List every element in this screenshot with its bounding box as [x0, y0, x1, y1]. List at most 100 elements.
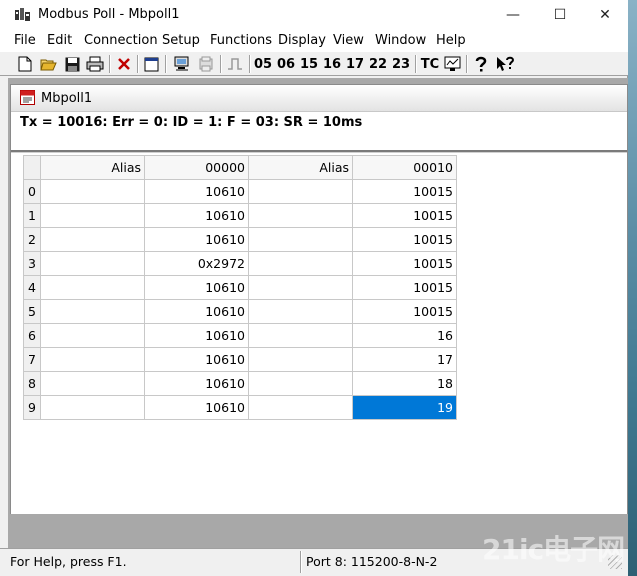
child-title-bar[interactable]: Mbpoll1 — [11, 85, 627, 112]
print-button[interactable] — [84, 54, 106, 74]
save-button[interactable] — [62, 54, 82, 74]
menu-view[interactable]: View — [333, 33, 364, 48]
menu-functions[interactable]: Functions — [210, 33, 272, 48]
row-header[interactable]: 2 — [23, 227, 41, 252]
fc22-button[interactable]: 22 — [369, 54, 387, 74]
table-row: 3 0x2972 10015 — [23, 251, 457, 276]
menu-file[interactable]: File — [14, 33, 36, 48]
value-cell-1[interactable]: 10610 — [144, 371, 249, 396]
connect-button[interactable] — [171, 54, 193, 74]
menu-setup[interactable]: Setup — [162, 33, 200, 48]
alias-cell-2[interactable] — [248, 323, 353, 348]
pulse-icon — [228, 58, 242, 70]
grid-corner[interactable] — [23, 155, 41, 180]
value-cell-1[interactable]: 10610 — [144, 323, 249, 348]
alias-cell-1[interactable] — [40, 395, 145, 420]
row-header[interactable]: 7 — [23, 347, 41, 372]
value-cell-2[interactable]: 17 — [352, 347, 457, 372]
alias-cell-1[interactable] — [40, 227, 145, 252]
alias-cell-1[interactable] — [40, 179, 145, 204]
pulse-button[interactable] — [224, 54, 246, 74]
alias-cell-1[interactable] — [40, 299, 145, 324]
value-cell-2[interactable]: 18 — [352, 371, 457, 396]
monitor-button[interactable] — [441, 54, 463, 74]
value-cell-2[interactable]: 10015 — [352, 179, 457, 204]
row-header[interactable]: 4 — [23, 275, 41, 300]
title-bar[interactable]: Modbus Poll - Mbpoll1 — ☐ ✕ — [0, 0, 628, 30]
context-help-button[interactable] — [494, 54, 516, 74]
fc23-button[interactable]: 23 — [392, 54, 410, 74]
close-button[interactable]: ✕ — [582, 0, 628, 30]
table-row: 2 10610 10015 — [23, 227, 457, 252]
maximize-button[interactable]: ☐ — [537, 0, 583, 30]
alias-cell-1[interactable] — [40, 323, 145, 348]
alias-cell-1[interactable] — [40, 251, 145, 276]
value-cell-2[interactable]: 16 — [352, 323, 457, 348]
value-cell-2[interactable]: 10015 — [352, 203, 457, 228]
alias-cell-2[interactable] — [248, 275, 353, 300]
help-button[interactable] — [471, 54, 491, 74]
column-header-address-00010[interactable]: 00010 — [352, 155, 457, 180]
menu-connection[interactable]: Connection — [84, 33, 158, 48]
alias-cell-1[interactable] — [40, 371, 145, 396]
value-cell-1[interactable]: 10610 — [144, 299, 249, 324]
row-header[interactable]: 0 — [23, 179, 41, 204]
fc16-button[interactable]: 16 — [323, 54, 341, 74]
menu-display[interactable]: Display — [278, 33, 326, 48]
fc17-button[interactable]: 17 — [346, 54, 364, 74]
row-header[interactable]: 3 — [23, 251, 41, 276]
menu-help[interactable]: Help — [436, 33, 466, 48]
menu-edit[interactable]: Edit — [47, 33, 72, 48]
alias-cell-2[interactable] — [248, 371, 353, 396]
delete-button[interactable] — [114, 54, 134, 74]
value-cell-1[interactable]: 10610 — [144, 275, 249, 300]
table-row: 0 10610 10015 — [23, 179, 457, 204]
value-cell-1[interactable]: 10610 — [144, 227, 249, 252]
alias-cell-2[interactable] — [248, 299, 353, 324]
value-cell-2[interactable]: 10015 — [352, 251, 457, 276]
table-header-row: Alias 00000 Alias 00010 — [23, 155, 457, 180]
row-header[interactable]: 1 — [23, 203, 41, 228]
value-cell-2[interactable]: 10015 — [352, 275, 457, 300]
value-cell-1[interactable]: 10610 — [144, 203, 249, 228]
watermark-logo: 21ic电子网 — [482, 533, 625, 566]
new-button[interactable] — [15, 54, 35, 74]
alias-cell-2[interactable] — [248, 227, 353, 252]
row-header[interactable]: 9 — [23, 395, 41, 420]
help-hint-text: For Help, press F1. — [10, 554, 127, 569]
alias-cell-2[interactable] — [248, 251, 353, 276]
column-header-address-00000[interactable]: 00000 — [144, 155, 249, 180]
column-header-alias-1[interactable]: Alias — [40, 155, 145, 180]
window-button[interactable] — [141, 54, 161, 74]
value-cell-1[interactable]: 10610 — [144, 179, 249, 204]
alias-cell-2[interactable] — [248, 179, 353, 204]
toolbar-separator — [220, 55, 222, 73]
fc05-button[interactable]: 05 — [254, 54, 272, 74]
value-cell-2[interactable]: 10015 — [352, 227, 457, 252]
row-header[interactable]: 6 — [23, 323, 41, 348]
menu-window[interactable]: Window — [375, 33, 426, 48]
alias-cell-2[interactable] — [248, 347, 353, 372]
close-icon: ✕ — [599, 7, 611, 23]
row-header[interactable]: 8 — [23, 371, 41, 396]
alias-cell-1[interactable] — [40, 275, 145, 300]
value-cell-1[interactable]: 10610 — [144, 395, 249, 420]
column-header-alias-2[interactable]: Alias — [248, 155, 353, 180]
alias-cell-2[interactable] — [248, 203, 353, 228]
alias-cell-1[interactable] — [40, 347, 145, 372]
alias-cell-2[interactable] — [248, 395, 353, 420]
value-cell-1[interactable]: 10610 — [144, 347, 249, 372]
minimize-button[interactable]: — — [490, 0, 536, 30]
alias-cell-1[interactable] — [40, 203, 145, 228]
row-header[interactable]: 5 — [23, 299, 41, 324]
toolbar-separator — [165, 55, 167, 73]
fc15-button[interactable]: 15 — [300, 54, 318, 74]
disconnect-button[interactable] — [195, 54, 217, 74]
value-cell-2[interactable]: 19 — [352, 395, 457, 420]
toolbar: 05 06 15 16 17 22 23 TC — [0, 51, 628, 76]
open-button[interactable] — [38, 54, 58, 74]
value-cell-1[interactable]: 0x2972 — [144, 251, 249, 276]
value-cell-2[interactable]: 10015 — [352, 299, 457, 324]
fc06-button[interactable]: 06 — [277, 54, 295, 74]
tc-button[interactable]: TC — [420, 54, 440, 74]
